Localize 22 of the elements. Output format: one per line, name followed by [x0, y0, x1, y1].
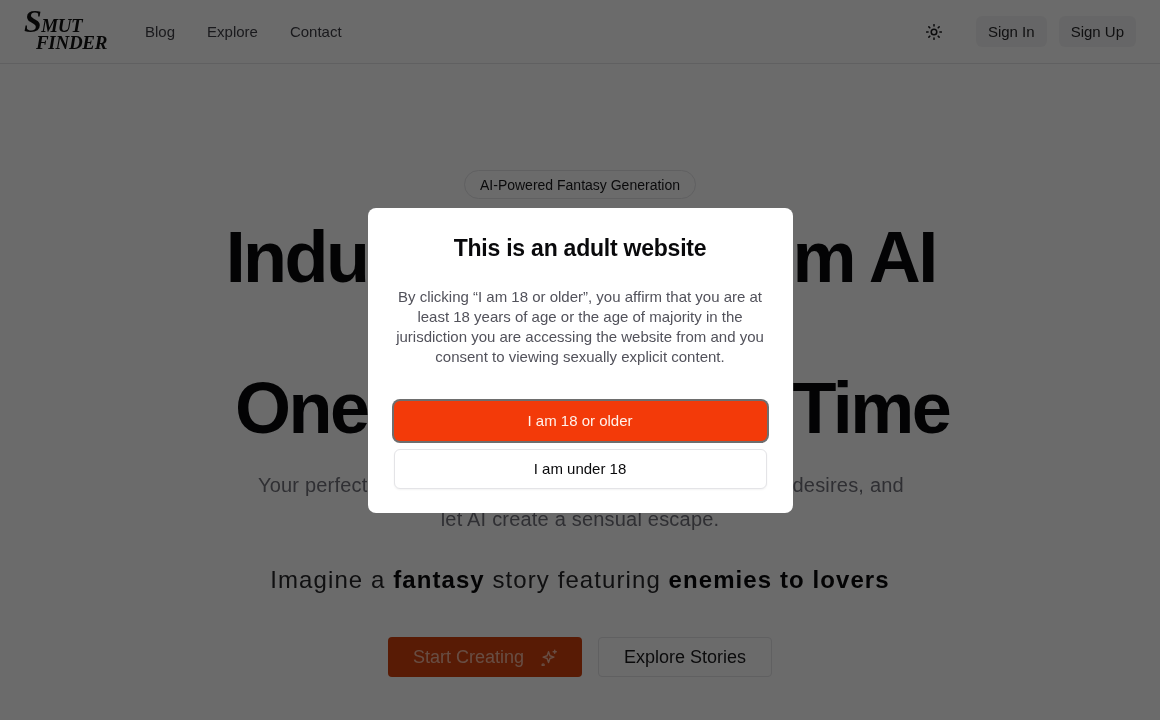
start-button[interactable]: Start Creating — [387, 637, 582, 677]
dialog-title: This is an adult website — [452, 233, 708, 263]
auth-button[interactable]: Sign In — [975, 16, 1047, 47]
sparkles-icon — [541, 648, 558, 666]
prompt-text: Imagine a fantasy story featuring enemies to lovers — [270, 565, 890, 595]
logo[interactable]: SMUT FINDER — [24, 12, 113, 51]
heading-text: Time — [792, 371, 950, 446]
nav-link[interactable]: Explore — [207, 23, 258, 40]
decline-age-button[interactable]: I am under 18 — [393, 448, 767, 489]
heading-text: One — [235, 371, 368, 446]
subtitle-text: desires, and — [792, 473, 904, 498]
explore-button[interactable]: Explore Stories — [598, 637, 773, 677]
dialog-text: By clicking “I am 18 or older”, you affirm that you are at least 18 years of age or the age of majority in the jurisdiction you are accessing the website from and you consent to viewing sexually explicit content. — [395, 286, 765, 367]
auth-button[interactable]: Sign Up — [1058, 16, 1136, 47]
sun-icon — [925, 23, 942, 40]
heading-text: m AI — [792, 220, 936, 295]
subtitle-text: Your perfect — [258, 473, 368, 498]
nav-link[interactable]: Contact — [289, 23, 342, 40]
nav-link[interactable]: Blog — [145, 23, 176, 40]
theme-toggle-button[interactable] — [925, 23, 942, 40]
heading-text: Indu — [225, 220, 368, 295]
confirm-age-button[interactable]: I am 18 or older — [393, 400, 767, 441]
